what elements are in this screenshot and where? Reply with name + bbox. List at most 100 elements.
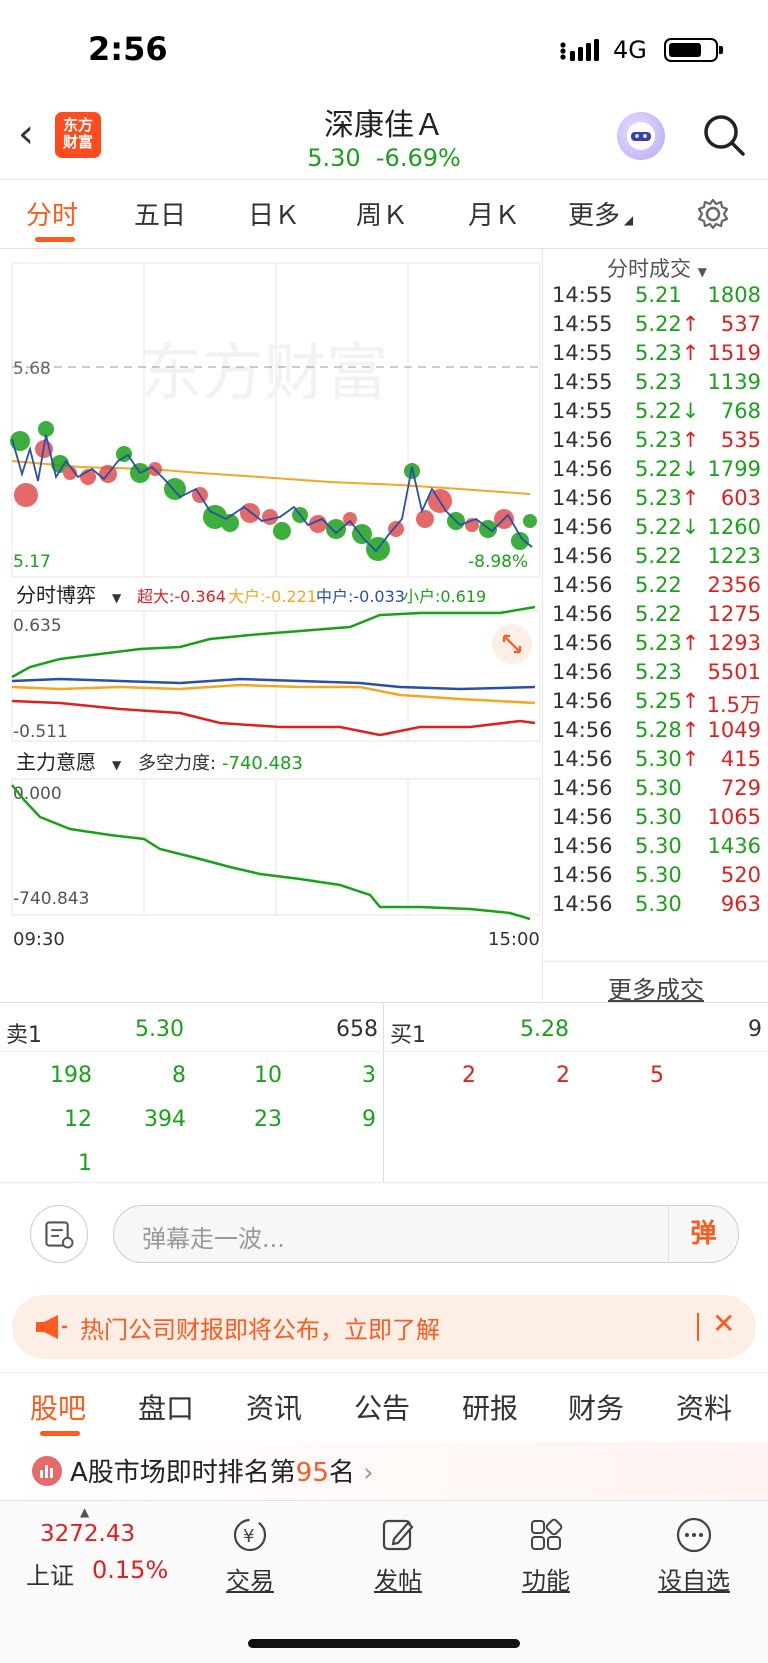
- trade-row: 14:56 5.22 1275: [543, 602, 768, 632]
- nav-functions[interactable]: 功能: [496, 1515, 596, 1596]
- trade-time: 14:56: [552, 660, 613, 684]
- panel2-label-super: 超大:-0.364: [137, 587, 226, 606]
- tab-intraday[interactable]: 分时: [26, 195, 78, 232]
- svg-text:▼: ▼: [112, 591, 122, 605]
- trade-row: 14:56 5.30 520: [543, 863, 768, 893]
- trade-row: 14:56 5.23↑ 1293: [543, 631, 768, 661]
- trade-row: 14:55 5.22↓ 768: [543, 399, 768, 429]
- stock-header: 深康佳Ａ 5.30 -6.69% ‹ 东方 财富: [0, 100, 768, 180]
- panel2-label-large: 大户:-0.221: [228, 587, 317, 606]
- trade-volume: 768: [720, 399, 761, 423]
- signal-icon: [560, 39, 599, 61]
- trade-price: 5.21: [635, 283, 682, 307]
- danmu-input[interactable]: 弹幕走一波...: [113, 1205, 739, 1263]
- index-name[interactable]: 上证: [26, 1556, 74, 1591]
- trade-row: 14:56 5.30 1065: [543, 805, 768, 835]
- tab-5day[interactable]: 五日: [134, 195, 186, 232]
- trade-price: 5.22: [635, 573, 682, 597]
- panel3-min: -740.843: [13, 889, 89, 909]
- search-icon[interactable]: [701, 112, 747, 158]
- info-tab[interactable]: 盘口: [138, 1387, 194, 1427]
- info-tab[interactable]: 财务: [568, 1387, 624, 1427]
- nav-post[interactable]: 发帖: [348, 1515, 448, 1596]
- trade-volume: 2356: [707, 573, 761, 597]
- trade-row: 14:55 5.21 1808: [543, 283, 768, 313]
- trade-time: 14:56: [552, 747, 613, 771]
- trade-price: 5.22↑: [635, 312, 700, 336]
- more-dots-icon: [676, 1517, 712, 1553]
- earnings-notice-banner[interactable]: 热门公司财报即将公布，立即了解 ✕: [12, 1295, 756, 1359]
- info-tabs: 股吧 盘口 资讯 公告 研报 财务 资料: [0, 1372, 768, 1442]
- chart-tabs: 分时 五日 日Ｋ 周Ｋ 月Ｋ 更多 ◢: [0, 181, 768, 249]
- info-tab[interactable]: 资料: [676, 1387, 732, 1427]
- sell1-volume: 658: [336, 1017, 378, 1042]
- trade-volume: 1519: [707, 341, 761, 365]
- pct-low-label: -8.98%: [468, 552, 528, 572]
- tab-more[interactable]: 更多 ◢: [568, 195, 633, 232]
- stock-change: -6.69%: [375, 144, 461, 172]
- tab-weekly-k[interactable]: 周Ｋ: [356, 195, 408, 232]
- index-value[interactable]: 3272.43: [40, 1521, 135, 1547]
- trade-price: 5.22↓: [635, 399, 700, 423]
- trade-price: 5.23↑: [635, 486, 700, 510]
- trade-price: 5.30: [635, 805, 682, 829]
- trade-row: 14:56 5.22 2356: [543, 573, 768, 603]
- robot-avatar[interactable]: [617, 112, 665, 160]
- watermark: 东方财富: [140, 339, 388, 408]
- svg-text:▼: ▼: [112, 758, 122, 772]
- trade-volume: 963: [720, 892, 761, 916]
- trade-time: 14:56: [552, 631, 613, 655]
- buy1-volume: 9: [748, 1017, 762, 1042]
- trade-price: 5.23↑: [635, 631, 700, 655]
- svg-text:¥: ¥: [243, 1526, 254, 1547]
- trade-volume: 729: [720, 776, 761, 800]
- trade-time: 14:56: [552, 457, 613, 481]
- edit-icon: [382, 1519, 414, 1551]
- info-tab[interactable]: 股吧: [30, 1387, 86, 1427]
- tab-daily-k[interactable]: 日Ｋ: [248, 195, 300, 232]
- market-rank-row[interactable]: A股市场即时排名第95名 ›: [0, 1442, 768, 1500]
- trade-time: 14:56: [552, 776, 613, 800]
- comment-list-icon[interactable]: [30, 1205, 88, 1263]
- sell-queue-item: 23: [254, 1107, 282, 1132]
- trades-title[interactable]: 分时成交 ▼: [607, 253, 707, 283]
- intraday-chart[interactable]: 东方财富 5.68 5.17 -8.98% 分时博弈 ▼ 超大:-0.364 大…: [0, 249, 542, 1001]
- time-end: 15:00: [488, 929, 540, 950]
- buy-queue-item: 2: [556, 1063, 570, 1088]
- trade-row: 14:56 5.30 963: [543, 892, 768, 922]
- panel2-title[interactable]: 分时博弈: [16, 583, 96, 607]
- gear-icon[interactable]: [696, 197, 730, 231]
- back-chevron-icon[interactable]: ‹: [18, 114, 48, 154]
- trade-time: 14:56: [552, 805, 613, 829]
- tab-underline: [40, 1431, 80, 1436]
- info-tab[interactable]: 资讯: [246, 1387, 302, 1427]
- nav-add-watchlist[interactable]: 设自选: [644, 1515, 744, 1596]
- bar-chart-icon: [32, 1456, 62, 1486]
- trade-volume: 603: [720, 486, 761, 510]
- buy-queue-item: 5: [650, 1063, 664, 1088]
- eastmoney-logo[interactable]: 东方 财富: [55, 112, 101, 158]
- trade-row: 14:55 5.22↑ 537: [543, 312, 768, 342]
- tab-monthly-k[interactable]: 月Ｋ: [468, 195, 520, 232]
- rank-text: A股市场即时排名第95名 ›: [70, 1458, 374, 1488]
- trade-time: 14:56: [552, 515, 613, 539]
- info-tab[interactable]: 公告: [354, 1387, 410, 1427]
- nav-trade[interactable]: ¥ 交易: [200, 1515, 300, 1596]
- trade-time: 14:55: [552, 370, 613, 394]
- trade-volume: 1049: [707, 718, 761, 742]
- trade-volume: 537: [720, 312, 761, 336]
- trade-time: 14:56: [552, 892, 613, 916]
- info-tab[interactable]: 研报: [462, 1387, 518, 1427]
- close-icon[interactable]: ✕: [712, 1307, 735, 1340]
- panel3-title[interactable]: 主力意愿: [16, 750, 96, 774]
- index-pct[interactable]: 0.15%: [92, 1556, 168, 1584]
- trade-volume: 1275: [707, 602, 761, 626]
- status-bar: 2:56 4G: [0, 0, 768, 100]
- more-trades-link[interactable]: 更多成交: [543, 961, 768, 1004]
- danmu-button[interactable]: 弹: [668, 1205, 738, 1263]
- panel2-label-mid: 中户:-0.033: [316, 587, 405, 606]
- trade-time: 14:56: [552, 689, 613, 713]
- panel2-label-small: 小户:0.619: [403, 587, 486, 606]
- trade-price: 5.30: [635, 863, 682, 887]
- trade-time: 14:56: [552, 834, 613, 858]
